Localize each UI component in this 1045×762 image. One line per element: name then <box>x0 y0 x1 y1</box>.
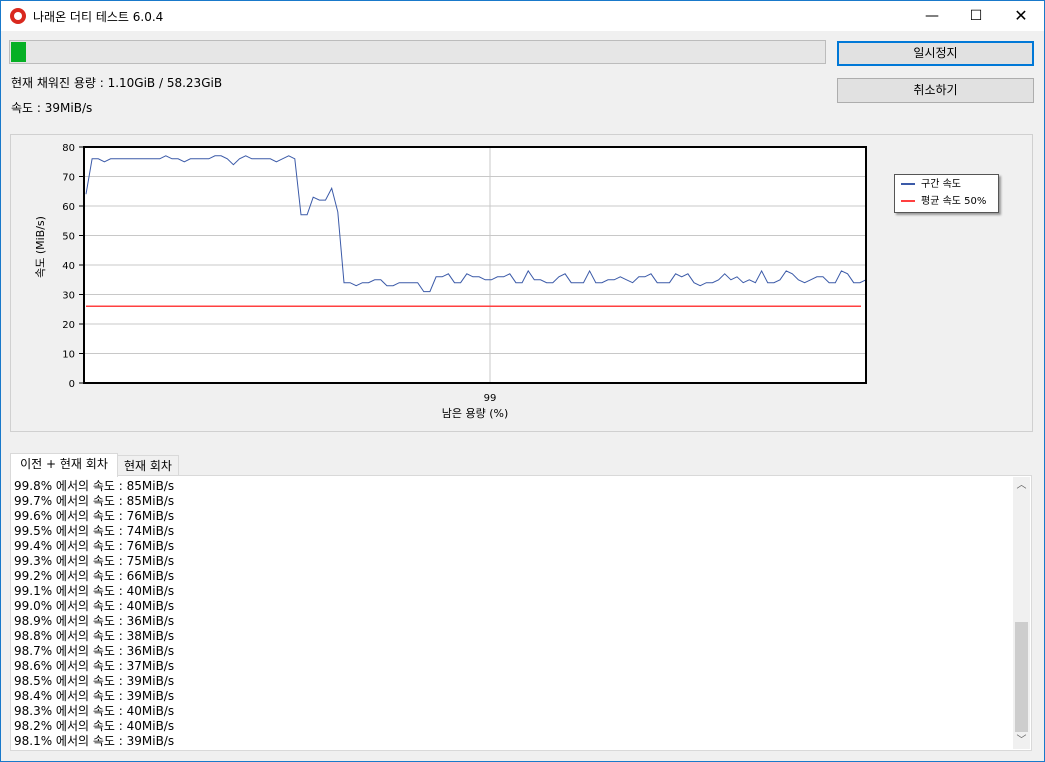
progress-bar <box>9 40 826 64</box>
legend-swatch-average <box>901 200 915 202</box>
log-line: 98.5% 에서의 속도 : 39MiB/s <box>14 674 175 688</box>
log-line: 99.7% 에서의 속도 : 85MiB/s <box>14 494 175 508</box>
x-axis-label: 남은 용량 (%) <box>442 407 509 420</box>
progress-fill <box>11 42 27 62</box>
legend-swatch-interval <box>901 183 915 185</box>
y-tick-label: 10 <box>62 350 75 361</box>
legend-label-average: 평균 속도 50% <box>921 196 987 207</box>
x-tick-label: 99 <box>484 393 497 404</box>
log-line: 99.1% 에서의 속도 : 40MiB/s <box>14 584 175 598</box>
speed-chart: 0 10 20 30 40 50 60 70 80 99 남은 용량 (%) 속도 (MiB/s… <box>34 143 867 420</box>
cancel-button[interactable]: 취소하기 <box>837 78 1034 103</box>
log-line: 99.2% 에서의 속도 : 66MiB/s <box>14 569 175 583</box>
title-bar[interactable]: 나래온 더티 테스트 6.0.4 — ☐ ✕ <box>1 1 1044 31</box>
speed-log-list[interactable]: 99.8% 에서의 속도 : 85MiB/s 99.7% 에서의 속도 : 85M… <box>10 475 1032 751</box>
y-tick-label: 70 <box>62 173 75 184</box>
close-button[interactable]: ✕ <box>998 1 1044 31</box>
chart-legend: 구간 속도 평균 속도 50% <box>894 174 999 213</box>
y-tick-label: 0 <box>69 379 75 390</box>
speed-label: 속도 : 39MiB/s <box>11 101 93 115</box>
log-line: 99.3% 에서의 속도 : 75MiB/s <box>14 554 175 568</box>
log-line: 98.8% 에서의 속도 : 38MiB/s <box>14 629 175 643</box>
window-title: 나래온 더티 테스트 6.0.4 <box>33 10 164 24</box>
scroll-thumb[interactable] <box>1015 622 1028 732</box>
log-line: 99.0% 에서의 속도 : 40MiB/s <box>14 599 175 613</box>
app-logo-icon <box>10 8 26 24</box>
scroll-down-icon[interactable]: ﹀ <box>1013 732 1030 749</box>
legend-item-interval: 구간 속도 <box>901 177 961 193</box>
pause-button[interactable]: 일시정지 <box>837 41 1034 66</box>
vertical-scrollbar[interactable]: ︿ ﹀ <box>1013 477 1030 749</box>
log-line: 99.8% 에서의 속도 : 85MiB/s <box>14 479 175 493</box>
y-tick-label: 20 <box>62 320 75 331</box>
y-tick-label: 40 <box>62 261 75 272</box>
legend-item-average: 평균 속도 50% <box>901 194 986 210</box>
speed-chart-panel: 0 10 20 30 40 50 60 70 80 99 남은 용량 (%) 속도 (MiB/s… <box>10 134 1033 432</box>
minimize-button[interactable]: — <box>909 1 955 31</box>
tab-current[interactable]: 현재 회차 <box>117 455 179 477</box>
log-line: 98.2% 에서의 속도 : 40MiB/s <box>14 719 175 733</box>
log-line: 98.7% 에서의 속도 : 36MiB/s <box>14 644 175 658</box>
log-line: 98.6% 에서의 속도 : 37MiB/s <box>14 659 175 673</box>
log-line: 98.3% 에서의 속도 : 40MiB/s <box>14 704 175 718</box>
filled-capacity-label: 현재 채워진 용량 : 1.10GiB / 58.23GiB <box>11 76 223 90</box>
y-tick-label: 50 <box>62 232 75 243</box>
log-line: 98.1% 에서의 속도 : 39MiB/s <box>14 734 175 748</box>
app-window: 나래온 더티 테스트 6.0.4 — ☐ ✕ 현재 채워진 용량 : 1.10G… <box>0 0 1045 762</box>
tab-previous-and-current[interactable]: 이전 + 현재 회차 <box>10 453 118 477</box>
y-tick-label: 80 <box>62 143 75 154</box>
legend-label-interval: 구간 속도 <box>921 179 961 190</box>
log-line: 99.6% 에서의 속도 : 76MiB/s <box>14 509 175 523</box>
log-line: 98.9% 에서의 속도 : 36MiB/s <box>14 614 175 628</box>
y-tick-label: 30 <box>62 291 75 302</box>
y-tick-label: 60 <box>62 202 75 213</box>
log-line: 99.4% 에서의 속도 : 76MiB/s <box>14 539 175 553</box>
maximize-button[interactable]: ☐ <box>953 1 999 31</box>
scroll-up-icon[interactable]: ︿ <box>1013 477 1030 494</box>
log-line: 99.5% 에서의 속도 : 74MiB/s <box>14 524 175 538</box>
y-axis-label: 속도 (MiB/s) <box>34 216 47 278</box>
log-line: 98.4% 에서의 속도 : 39MiB/s <box>14 689 175 703</box>
